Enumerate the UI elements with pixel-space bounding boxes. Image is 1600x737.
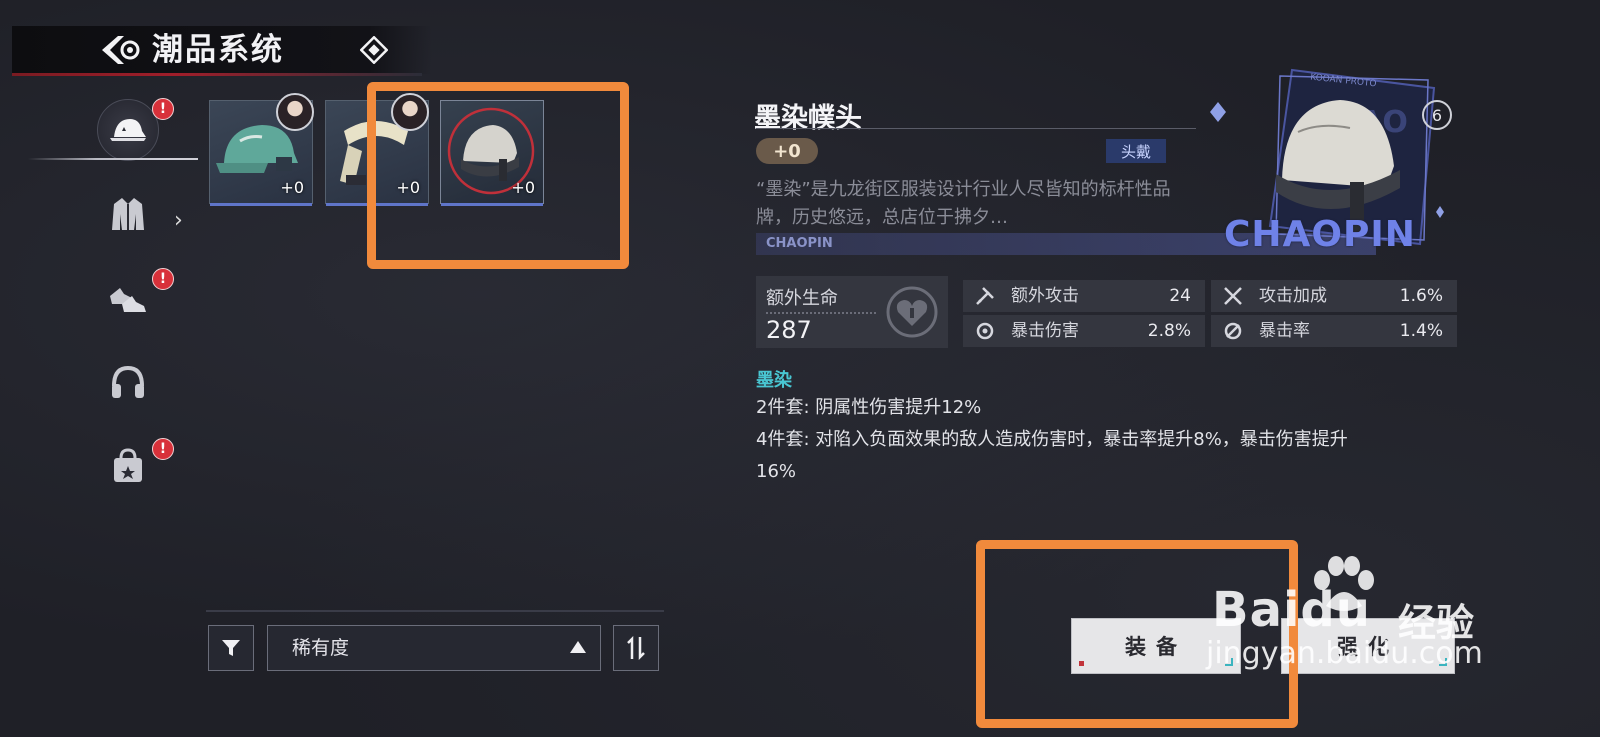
chevron-right-icon: › [174, 208, 183, 233]
hat-icon [110, 119, 146, 141]
watermark-url: jingyan.baidu.com [1206, 636, 1483, 671]
back-button[interactable] [96, 30, 148, 70]
stat-value: 2.8% [1147, 321, 1191, 341]
item-count: +0 [396, 178, 420, 197]
set-bonus-4: 4件套: 对陷入负面效果的敌人造成伤害时，暴击率提升8%，暴击伤害提升 [756, 429, 1348, 450]
active-underline [28, 158, 198, 160]
hat-badge: ! [152, 98, 174, 120]
shoes-badge: ! [152, 268, 174, 290]
sort-select-value: 稀有度 [292, 637, 350, 659]
diamond-info-icon [360, 36, 388, 64]
card-brand-text: CHAOPIN [1224, 214, 1416, 255]
stat-label: 攻击加成 [1259, 286, 1327, 306]
shoes-icon [110, 288, 146, 312]
equip-button-label: 装备 [1125, 635, 1187, 659]
divider [756, 128, 1196, 129]
attack-icon [976, 287, 994, 305]
crit-damage-icon [976, 322, 994, 340]
sidebar-item-shoes[interactable] [96, 266, 160, 330]
stat-value: 24 [1169, 286, 1191, 306]
item-level: +0 [756, 138, 818, 164]
stat-attack-bonus: 攻击加成 1.6% [1211, 280, 1457, 312]
set-name: 墨染 [756, 370, 792, 391]
stat-label: 暴击伤害 [1011, 321, 1079, 341]
category-sidebar: ! › ! ! [0, 90, 198, 510]
avatar [276, 93, 314, 131]
item-count: +0 [511, 178, 535, 197]
rarity-bar [441, 203, 543, 206]
stat-label: 额外生命 [766, 288, 838, 309]
stat-value: 1.6% [1399, 286, 1443, 306]
sidebar-item-bag[interactable] [96, 434, 160, 498]
set-bonus-2: 2件套: 阴属性伤害提升12% [756, 397, 982, 418]
divider [206, 610, 664, 612]
headphones-icon [112, 365, 144, 398]
heart-shield-icon [886, 286, 938, 338]
bag-icon [114, 448, 142, 482]
stat-label: 暴击率 [1259, 321, 1310, 341]
stat-value: 287 [766, 316, 812, 344]
stat-label: 额外攻击 [1011, 286, 1079, 306]
sort-order-button[interactable] [613, 625, 659, 671]
stat-value: 1.4% [1399, 321, 1443, 341]
bag-badge: ! [152, 438, 174, 460]
funnel-icon [222, 640, 240, 656]
slot-tag: 头戴 [1106, 139, 1166, 163]
set-bonus-4-cont: 16% [756, 461, 797, 482]
inventory-slot-ink-hat[interactable]: +0 [440, 100, 544, 206]
sidebar-item-jacket[interactable] [96, 182, 160, 246]
item-description: “墨染”是九龙街区服装设计行业人尽皆知的标杆性品牌，历史悠远，总店位于拂夕… [756, 179, 1171, 228]
sort-order-icon [627, 635, 645, 661]
info-button[interactable] [358, 34, 390, 66]
title-bar: 潮品系统 [12, 26, 432, 76]
rarity-bar [210, 203, 312, 206]
stat-crit-rate: 暴击率 1.4% [1211, 315, 1457, 347]
page-title: 潮品系统 [152, 32, 284, 68]
stat-crit-damage: 暴击伤害 2.8% [963, 315, 1205, 347]
watermark-logo: Baidu [1212, 582, 1371, 638]
sidebar-item-headphones[interactable] [96, 350, 160, 414]
card-number-badge: 6 [1422, 100, 1452, 130]
crossed-swords-icon [1224, 287, 1242, 305]
back-arrow-icon [102, 36, 140, 64]
sort-select[interactable]: 稀有度 [267, 625, 601, 671]
sidebar-item-hat[interactable] [96, 98, 160, 162]
avatar [391, 93, 429, 131]
jacket-icon [112, 198, 144, 230]
stat-extra-hp: 额外生命 287 [756, 276, 948, 348]
item-name: 墨染幞头 [754, 103, 862, 134]
active-indicator [97, 99, 159, 161]
filter-button[interactable] [208, 625, 254, 671]
divider [766, 312, 876, 314]
stat-extra-attack: 额外攻击 24 [963, 280, 1205, 312]
item-card-art: CHAO CHAOPIN KOOAN PROTO 6 [1210, 62, 1456, 272]
crit-rate-icon [1224, 322, 1242, 340]
triangle-up-icon [570, 641, 586, 653]
rarity-bar [326, 203, 428, 206]
watermark: Baidu 经验 jingyan.baidu.com [1202, 556, 1562, 688]
decor-dot [1079, 661, 1084, 666]
item-count: +0 [280, 178, 304, 197]
